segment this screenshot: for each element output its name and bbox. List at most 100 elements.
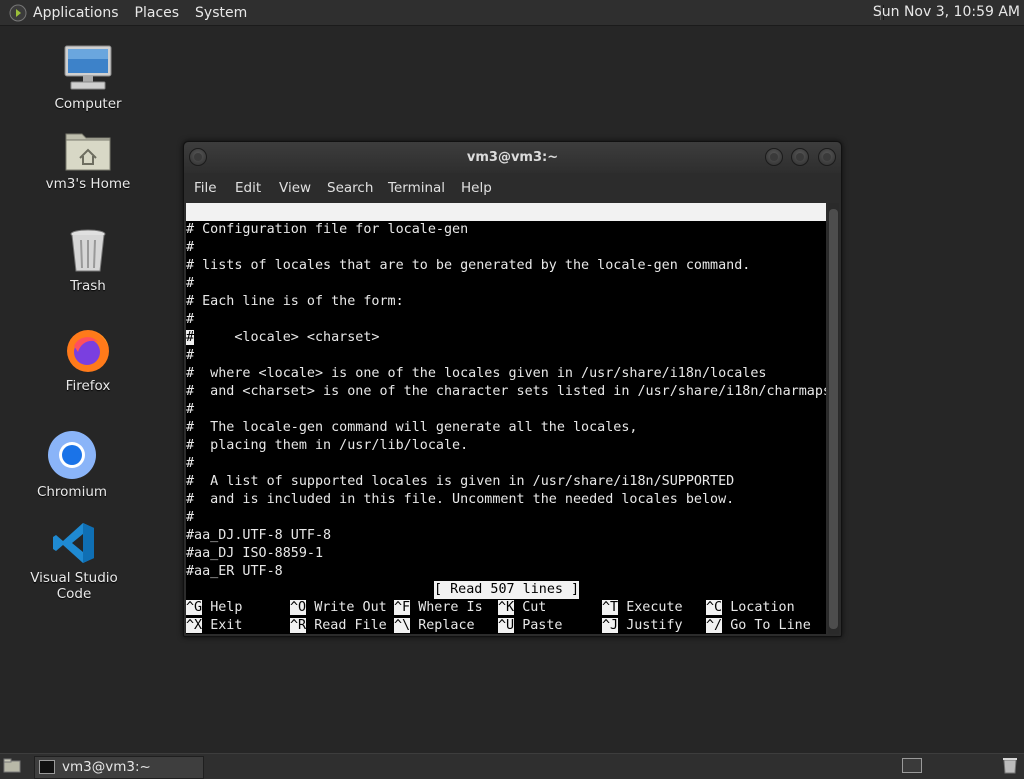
- file-line: # lists of locales that are to be genera…: [186, 258, 751, 273]
- menu-file[interactable]: File: [194, 180, 217, 196]
- file-line: # Each line is of the form:: [186, 294, 404, 309]
- file-line: #: [186, 240, 195, 255]
- file-line-text: <locale> <charset>: [194, 330, 380, 345]
- minimize-button[interactable]: [765, 148, 783, 166]
- shortcut-label: Write Out: [314, 600, 387, 615]
- menu-system[interactable]: System: [187, 5, 255, 21]
- menu-applications[interactable]: Applications: [33, 5, 127, 21]
- scrollbar-thumb[interactable]: [829, 209, 838, 629]
- show-desktop-icon[interactable]: [3, 758, 21, 774]
- shortcut-paste[interactable]: ^U Paste: [498, 617, 563, 634]
- terminal-scrollbar[interactable]: [828, 203, 839, 634]
- chromium-icon: [48, 431, 96, 479]
- top-panel: Applications Places System Sun Nov 3, 10…: [0, 0, 1024, 26]
- shortcut-key: ^R: [290, 618, 307, 633]
- shortcut-key: ^C: [706, 600, 723, 615]
- file-line: #: [186, 456, 195, 471]
- computer-icon: [64, 45, 112, 90]
- terminal-screen[interactable]: GNU nano 8.2 /etc/locale.gen # Configura…: [186, 203, 826, 634]
- file-line: # placing them in /usr/lib/locale.: [186, 438, 469, 453]
- desktop-icon-label: Computer: [54, 96, 122, 112]
- file-line: # and is included in this file. Uncommen…: [186, 492, 735, 507]
- shortcut-key: ^X: [186, 618, 203, 633]
- file-line: #: [186, 402, 195, 417]
- window-titlebar[interactable]: vm3@vm3:~: [184, 142, 841, 173]
- desktop-icon-trash[interactable]: Trash: [28, 228, 148, 294]
- home-folder-icon: [65, 133, 111, 171]
- shortcut-label: Replace: [418, 618, 475, 633]
- trash-applet-icon[interactable]: [1003, 757, 1017, 774]
- desktop-icon-vscode[interactable]: Visual Studio Code: [14, 520, 134, 602]
- shortcut-label: Exit: [210, 618, 243, 633]
- shortcut-label: Read File: [314, 618, 387, 633]
- terminal-window[interactable]: vm3@vm3:~ File Edit View Search Terminal…: [183, 141, 842, 637]
- shortcut-label: Cut: [522, 600, 547, 615]
- desktop-icon-label: Visual Studio Code: [30, 570, 118, 602]
- menu-search[interactable]: Search: [327, 180, 373, 196]
- shortcut-help[interactable]: ^G Help: [186, 599, 242, 617]
- shortcut-exit[interactable]: ^X Exit: [186, 617, 242, 634]
- close-button[interactable]: [818, 148, 836, 166]
- desktop-icon-home[interactable]: vm3's Home: [28, 128, 148, 192]
- shortcut-where-is[interactable]: ^F Where Is: [394, 599, 483, 617]
- menu-help[interactable]: Help: [461, 180, 492, 196]
- file-line: #: [186, 510, 195, 525]
- terminal-icon: [39, 760, 55, 774]
- shortcut-label: Location: [730, 600, 795, 615]
- shortcut-cut[interactable]: ^K Cut: [498, 599, 546, 617]
- file-line: # A list of supported locales is given i…: [186, 474, 735, 489]
- shortcut-replace[interactable]: ^\ Replace: [394, 617, 475, 634]
- shortcut-label: Help: [210, 600, 243, 615]
- menu-edit[interactable]: Edit: [235, 180, 261, 196]
- file-line: # where <locale> is one of the locales g…: [186, 366, 767, 381]
- shortcut-key: ^F: [394, 600, 411, 615]
- shortcut-key: ^/: [706, 618, 723, 633]
- gnome-foot-icon[interactable]: [9, 4, 27, 22]
- shortcut-write-out[interactable]: ^O Write Out: [290, 599, 387, 617]
- shortcut-label: Execute: [626, 600, 683, 615]
- desktop-icon-firefox[interactable]: Firefox: [28, 326, 148, 394]
- shortcut-key: ^U: [498, 618, 515, 633]
- firefox-icon: [67, 330, 109, 372]
- file-line: # and <charset> is one of the character …: [186, 384, 826, 399]
- file-line-cursor: # <locale> <charset>: [186, 329, 380, 347]
- window-title: vm3@vm3:~: [466, 150, 559, 165]
- shortcut-go-to-line[interactable]: ^/ Go To Line: [706, 617, 811, 634]
- file-line: #aa_DJ.UTF-8 UTF-8: [186, 528, 332, 543]
- terminal-menubar: File Edit View Search Terminal Help: [184, 173, 841, 202]
- workspace-switcher[interactable]: [902, 758, 922, 773]
- shortcut-read-file[interactable]: ^R Read File: [290, 617, 387, 634]
- file-line: # The locale-gen command will generate a…: [186, 420, 638, 435]
- shortcut-key: ^\: [394, 618, 411, 633]
- nano-filename: /etc/locale.gen: [458, 240, 579, 255]
- shortcut-label: Paste: [522, 618, 563, 633]
- desktop-icon-label: vm3's Home: [45, 176, 131, 192]
- taskbar-terminal-button[interactable]: vm3@vm3:~: [34, 756, 204, 779]
- file-line: # Configuration file for locale-gen: [186, 222, 469, 237]
- shortcut-key: ^T: [602, 600, 619, 615]
- maximize-button[interactable]: [791, 148, 809, 166]
- file-line: #aa_DJ ISO-8859-1: [186, 546, 324, 561]
- desktop-icon-chromium[interactable]: Chromium: [12, 430, 132, 500]
- menu-places[interactable]: Places: [127, 5, 188, 21]
- desktop-icon-computer[interactable]: Computer: [28, 44, 148, 112]
- text-cursor: #: [186, 330, 195, 345]
- shortcut-key: ^O: [290, 600, 307, 615]
- desktop-icon-label: Chromium: [36, 484, 108, 500]
- menu-view[interactable]: View: [279, 180, 311, 196]
- taskbar-label: vm3@vm3:~: [62, 759, 151, 775]
- shortcut-location[interactable]: ^C Location: [706, 599, 795, 617]
- shortcut-key: ^G: [186, 600, 203, 615]
- panel-clock[interactable]: Sun Nov 3, 10:59 AM: [873, 4, 1020, 20]
- shortcut-label: Where Is: [418, 600, 483, 615]
- shortcut-key: ^J: [602, 618, 619, 633]
- file-line: #: [186, 276, 195, 291]
- desktop-icon-label: Trash: [70, 278, 106, 294]
- shortcut-label: Go To Line: [730, 618, 811, 633]
- shortcut-key: ^K: [498, 600, 515, 615]
- shortcut-execute[interactable]: ^T Execute: [602, 599, 683, 617]
- file-line: #: [186, 312, 195, 327]
- menu-terminal[interactable]: Terminal: [388, 180, 445, 196]
- vscode-icon: [53, 523, 94, 563]
- shortcut-justify[interactable]: ^J Justify: [602, 617, 683, 634]
